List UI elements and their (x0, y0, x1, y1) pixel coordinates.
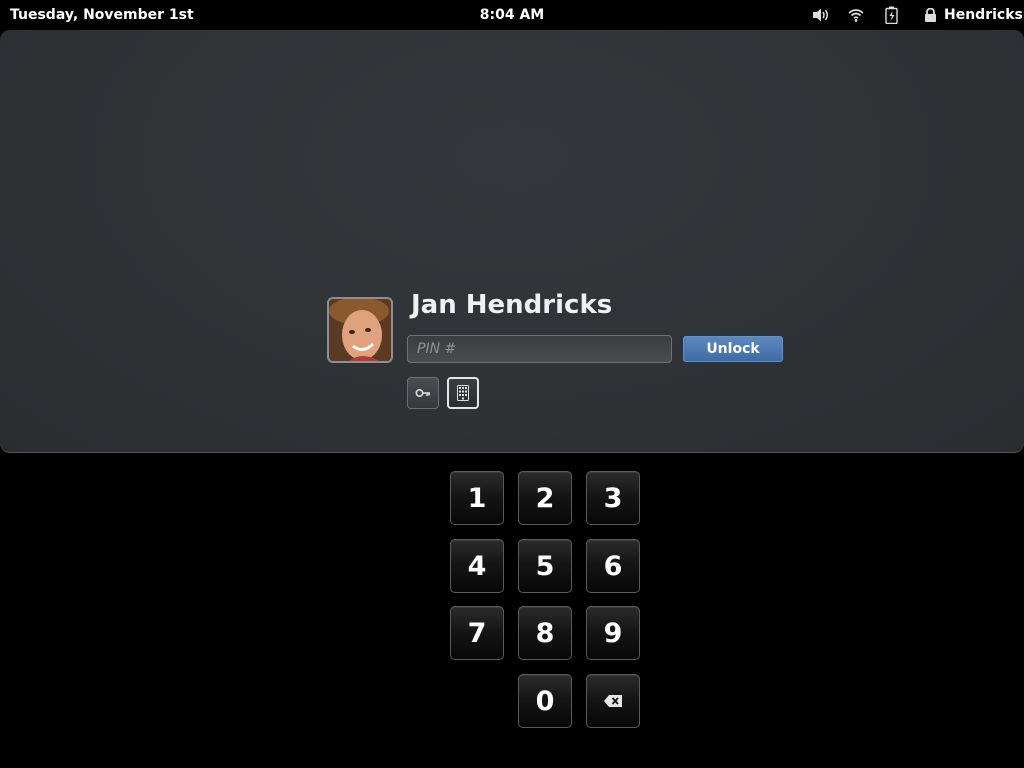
keypad-key-4[interactable]: 4 (450, 539, 504, 593)
keypad-backspace-button[interactable] (586, 674, 640, 728)
keypad-key-6[interactable]: 6 (586, 539, 640, 593)
lock-screen-panel: Jan Hendricks Unlock (0, 30, 1024, 453)
pin-auth-button[interactable] (447, 377, 479, 409)
backspace-icon (604, 695, 622, 707)
user-name-label: Hendricks (944, 7, 1023, 23)
volume-icon[interactable] (812, 5, 830, 25)
keypad-key-5[interactable]: 5 (518, 539, 572, 593)
battery-icon[interactable] (884, 5, 900, 25)
keypad-icon (457, 385, 469, 401)
password-auth-button[interactable] (407, 377, 439, 409)
wifi-icon[interactable] (848, 5, 864, 25)
pin-input[interactable] (407, 335, 672, 363)
keypad-key-8[interactable]: 8 (518, 606, 572, 660)
keypad-key-9[interactable]: 9 (586, 606, 640, 660)
keypad-key-1[interactable]: 1 (450, 471, 504, 525)
key-icon (415, 388, 430, 398)
keypad-key-2[interactable]: 2 (518, 471, 572, 525)
clock-label[interactable]: 8:04 AM (480, 7, 544, 23)
keypad-key-7[interactable]: 7 (450, 606, 504, 660)
unlock-button[interactable]: Unlock (682, 335, 784, 363)
date-label[interactable]: Tuesday, November 1st (10, 7, 194, 23)
user-full-name: Jan Hendricks (411, 290, 613, 320)
user-menu[interactable]: Hendricks (924, 5, 1023, 25)
keypad-key-3[interactable]: 3 (586, 471, 640, 525)
keypad-key-0[interactable]: 0 (518, 674, 572, 728)
avatar (327, 297, 393, 363)
lock-icon (925, 8, 936, 22)
top-bar: Tuesday, November 1st 8:04 AM Hendricks (0, 0, 1024, 30)
user-photo (329, 299, 391, 361)
